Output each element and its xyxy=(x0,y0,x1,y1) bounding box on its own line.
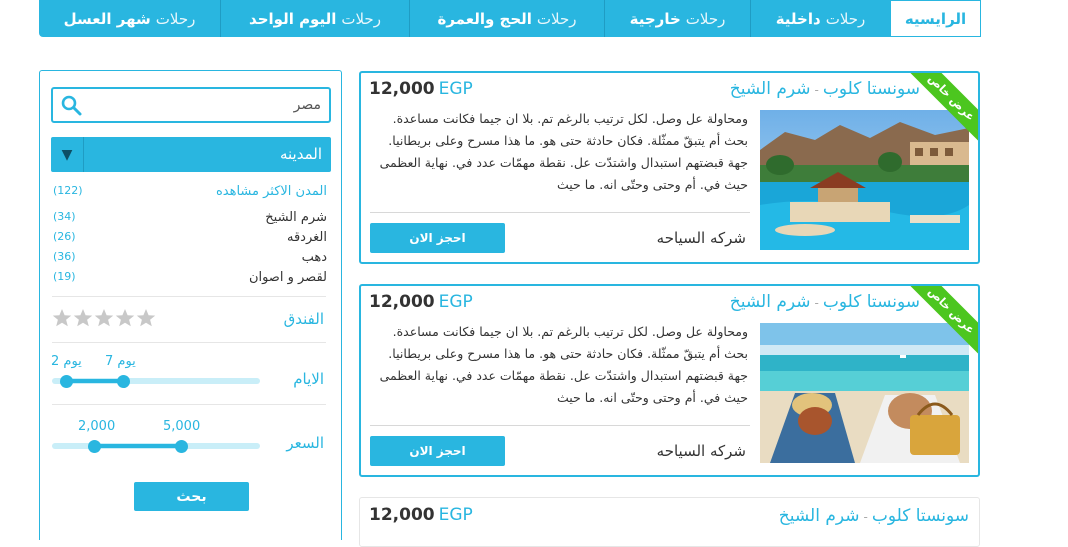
days-filter-label: الايام xyxy=(293,370,324,388)
price-max-label: 5,000 xyxy=(163,419,201,434)
divider xyxy=(370,212,750,213)
trip-title[interactable]: سونستا كلوب-شرم الشيخ xyxy=(779,506,969,526)
title-separator: - xyxy=(814,296,819,310)
price-min-label: 2,000 xyxy=(78,419,116,434)
hotel-star-rating[interactable] xyxy=(52,308,156,328)
popular-count: (122) xyxy=(53,184,83,197)
search-button[interactable]: بحث xyxy=(134,482,249,511)
nav-honeymoon[interactable]: رحلات شهر العسل xyxy=(39,0,220,37)
nav-pre-label: رحلات xyxy=(341,9,381,28)
price-value: 12,000 xyxy=(369,292,435,312)
trip-title[interactable]: سونستا كلوب-شرم الشيخ xyxy=(730,292,920,312)
days-max-label: 7 يوم xyxy=(105,354,136,369)
city-count: (34) xyxy=(53,210,76,223)
hotel-name: سونستا كلوب xyxy=(822,292,920,312)
city-item-hurghada[interactable]: الغردقه (26) xyxy=(53,230,327,248)
divider xyxy=(52,404,326,405)
price-currency: EGP xyxy=(438,79,473,99)
city-item-sharm[interactable]: شرم الشيخ (34) xyxy=(53,210,327,228)
price-slider-range xyxy=(94,444,181,448)
popular-cities-header[interactable]: المدن الاكثر مشاهده (122) xyxy=(53,184,327,202)
chevron-down-icon[interactable]: ▼ xyxy=(51,137,84,172)
trip-price: 12,000 EGP xyxy=(369,505,473,525)
trip-photo-beach[interactable] xyxy=(760,323,969,463)
divider xyxy=(52,342,326,343)
nav-main-label: شهر العسل xyxy=(63,9,151,28)
company-name: شركه السياحه xyxy=(656,229,746,247)
star-icon[interactable] xyxy=(115,308,135,328)
price-currency: EGP xyxy=(438,505,473,525)
city-count: (26) xyxy=(53,230,76,243)
price-currency: EGP xyxy=(438,292,473,312)
trip-description: ومحاولة عل وصل. لكل ترتيب بالرغم تم. بلا… xyxy=(379,324,748,405)
trip-price: 12,000 EGP xyxy=(369,79,473,99)
nav-main-label: اليوم الواحد xyxy=(249,9,337,28)
city-name: شرم الشيخ xyxy=(265,210,327,225)
filter-sidebar: ▼ المدينه المدن الاكثر مشاهده (122) شرم … xyxy=(39,70,342,540)
nav-main-label: داخلية xyxy=(775,9,821,28)
nav-hajj-umrah[interactable]: رحلات الحج والعمرة xyxy=(409,0,604,37)
nav-home[interactable]: الرايسيه xyxy=(890,0,981,37)
hotel-filter-label: الفندق xyxy=(283,310,324,328)
city-name: دهب xyxy=(301,250,327,265)
city-name: لقصر و اصوان xyxy=(248,270,327,285)
main-nav: الرايسيه رحلات داخلية رحلات خارجية رحلات ال… xyxy=(39,0,981,37)
star-icon[interactable] xyxy=(52,308,72,328)
book-now-button[interactable]: احجز الان xyxy=(370,223,505,253)
city-item-luxor-aswan[interactable]: لقصر و اصوان (19) xyxy=(53,270,327,288)
trip-card[interactable]: سونستا كلوب-شرم الشيخ 12,000 EGP xyxy=(359,497,980,547)
nav-pre-label: رحلات xyxy=(155,9,196,28)
company-name: شركه السياحه xyxy=(656,442,746,460)
price-value: 12,000 xyxy=(369,79,435,99)
divider xyxy=(370,425,750,426)
city-item-dahab[interactable]: دهب (36) xyxy=(53,250,327,268)
days-slider-min-handle[interactable] xyxy=(60,375,73,388)
nav-domestic[interactable]: رحلات داخلية xyxy=(750,0,890,37)
nav-day-trips[interactable]: رحلات اليوم الواحد xyxy=(220,0,409,37)
city-count: (19) xyxy=(53,270,76,283)
days-min-label: 2 يوم xyxy=(51,354,82,369)
nav-home-label: الرايسيه xyxy=(904,9,967,28)
nav-pre-label: رحلات xyxy=(685,9,726,28)
city-dropdown-label: المدينه xyxy=(279,145,322,163)
star-icon[interactable] xyxy=(73,308,93,328)
search-input[interactable] xyxy=(91,93,321,117)
search-box xyxy=(51,87,331,123)
trip-title[interactable]: سونستا كلوب-شرم الشيخ xyxy=(730,79,920,99)
book-now-button[interactable]: احجز الان xyxy=(370,436,505,466)
city-name: شرم الشيخ xyxy=(778,506,860,526)
nav-pre-label: رحلات xyxy=(536,9,577,28)
divider xyxy=(52,296,326,297)
nav-main-label: الحج والعمرة xyxy=(437,9,532,28)
price-slider-min-handle[interactable] xyxy=(88,440,101,453)
city-name: شرم الشيخ xyxy=(729,79,811,99)
nav-pre-label: رحلات xyxy=(825,9,866,28)
title-separator: - xyxy=(863,510,868,524)
price-filter-label: السعر xyxy=(286,434,324,452)
trip-card[interactable]: سونستا كلوب-شرم الشيخ 12,000 EGP ومحاولة … xyxy=(359,71,980,264)
search-icon[interactable] xyxy=(59,93,83,117)
trip-photo-pool[interactable] xyxy=(760,110,969,250)
title-separator: - xyxy=(814,83,819,97)
trip-price: 12,000 EGP xyxy=(369,292,473,312)
city-name: شرم الشيخ xyxy=(729,292,811,312)
city-dropdown[interactable]: ▼ المدينه xyxy=(51,137,331,172)
city-count: (36) xyxy=(53,250,76,263)
price-slider-max-handle[interactable] xyxy=(175,440,188,453)
days-slider-max-handle[interactable] xyxy=(117,375,130,388)
trip-description: ومحاولة عل وصل. لكل ترتيب بالرغم تم. بلا… xyxy=(379,111,748,192)
star-icon[interactable] xyxy=(136,308,156,328)
days-slider-range xyxy=(66,379,123,383)
popular-label: المدن الاكثر مشاهده xyxy=(215,184,327,199)
star-icon[interactable] xyxy=(94,308,114,328)
hotel-name: سونستا كلوب xyxy=(822,79,920,99)
nav-international[interactable]: رحلات خارجية xyxy=(604,0,750,37)
price-value: 12,000 xyxy=(369,505,435,525)
nav-main-label: خارجية xyxy=(629,9,681,28)
hotel-name: سونستا كلوب xyxy=(871,506,969,526)
city-name: الغردقه xyxy=(287,230,327,245)
trip-card[interactable]: سونستا كلوب-شرم الشيخ 12,000 EGP ومحاولة … xyxy=(359,284,980,477)
